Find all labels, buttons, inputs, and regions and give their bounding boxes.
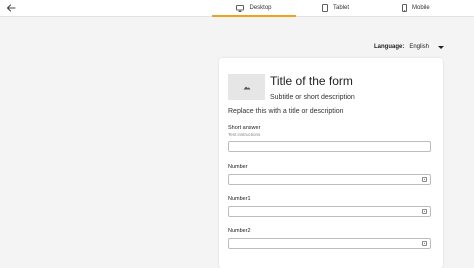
number-stepper-icon[interactable] (422, 177, 427, 182)
number-input[interactable] (228, 174, 431, 185)
top-bar: Desktop Tablet Mobile (0, 0, 474, 17)
tab-mobile[interactable]: Mobile (402, 0, 430, 16)
tab-tablet[interactable]: Tablet (322, 0, 349, 16)
field-hint-short-answer: Test instructions (228, 132, 261, 137)
image-icon (243, 86, 250, 90)
language-dropdown[interactable]: English (409, 44, 445, 50)
form-title[interactable]: Title of the form (270, 74, 353, 88)
number-stepper-icon[interactable] (422, 209, 427, 214)
phone-icon (402, 4, 407, 12)
back-arrow-icon[interactable] (5, 2, 17, 14)
field-label-number: Number (228, 164, 248, 170)
tab-mobile-label: Mobile (412, 5, 430, 11)
number-stepper-icon[interactable] (422, 241, 427, 246)
tab-desktop[interactable]: Desktop (212, 0, 296, 17)
form-subtitle[interactable]: Subtitle or short description (270, 94, 355, 101)
language-selector-row: Language: English (374, 44, 445, 50)
caret-down-icon (438, 45, 445, 49)
number2-input[interactable] (228, 238, 431, 249)
language-label: Language: (374, 44, 405, 50)
form-image-placeholder[interactable] (228, 74, 265, 100)
tab-tablet-label: Tablet (333, 5, 350, 11)
language-value: English (409, 44, 430, 50)
monitor-icon (236, 4, 245, 12)
tablet-icon (322, 4, 328, 12)
tab-desktop-label: Desktop (249, 5, 272, 11)
field-label-number2: Number2 (228, 228, 251, 234)
short-answer-input[interactable] (228, 141, 431, 152)
field-label-short-answer: Short answer (228, 125, 261, 131)
number1-input[interactable] (228, 206, 431, 217)
form-description[interactable]: Replace this with a title or description (228, 108, 344, 115)
form-card: Title of the form Subtitle or short desc… (219, 58, 443, 268)
field-label-number1: Number1 (228, 196, 251, 202)
